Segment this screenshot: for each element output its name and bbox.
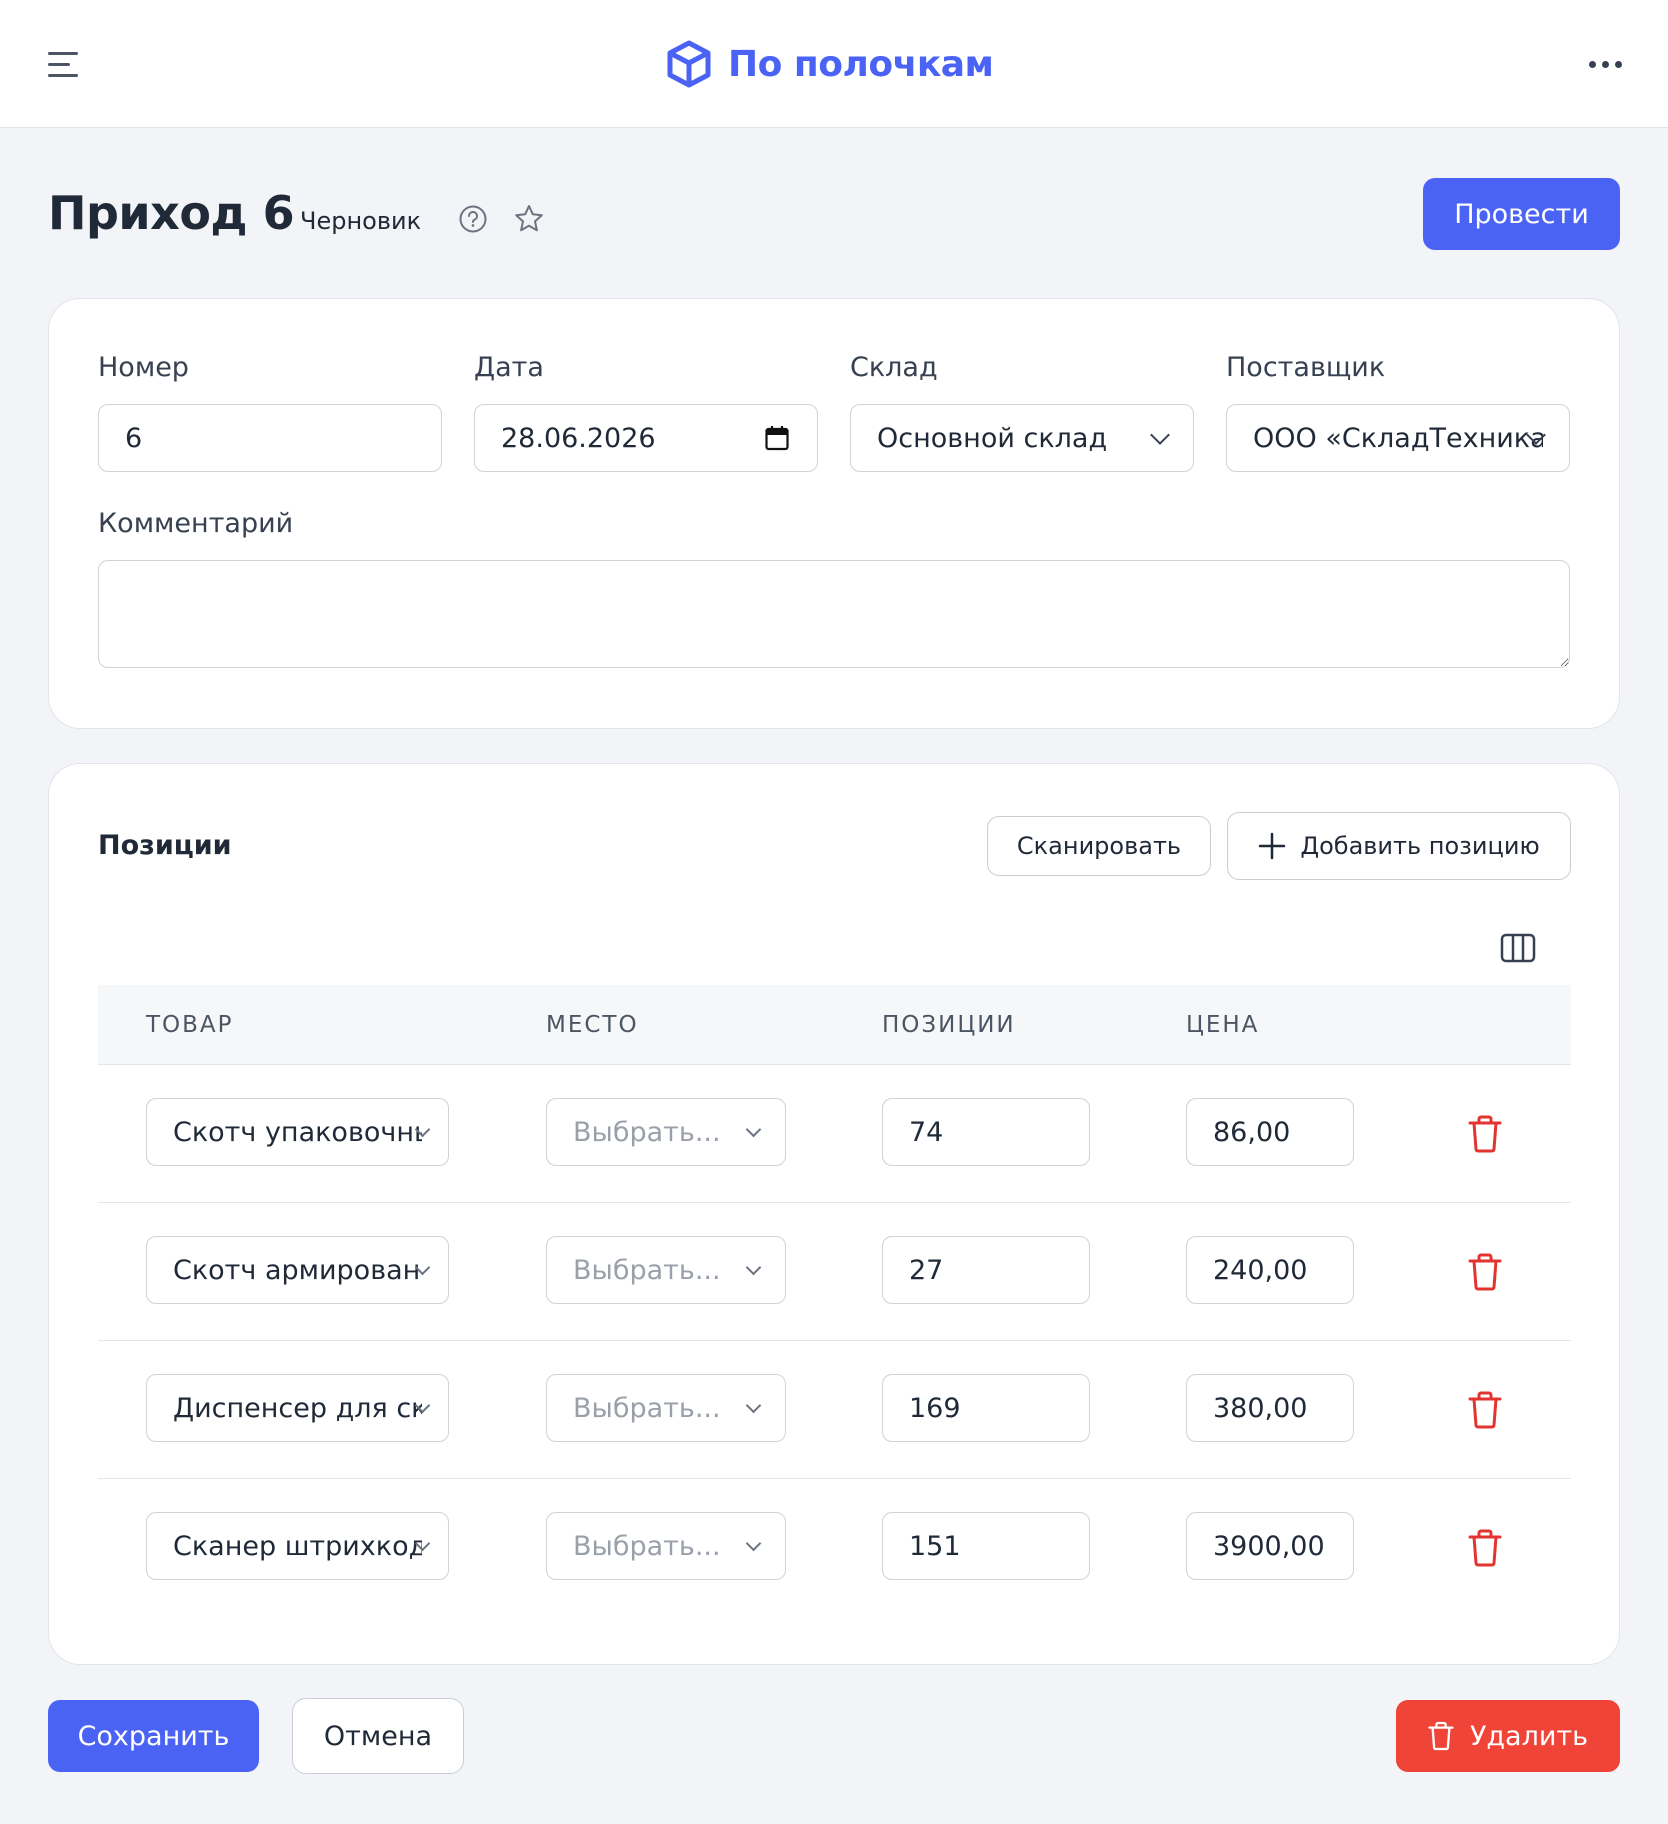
- menu-icon[interactable]: [44, 46, 84, 82]
- location-select[interactable]: Выбрать...: [546, 1098, 786, 1166]
- trash-icon[interactable]: [1468, 1529, 1502, 1567]
- trash-icon[interactable]: [1468, 1391, 1502, 1429]
- table-row: Сканер штрихкодов Выбрать... 151 3900,00: [98, 1479, 1571, 1617]
- column-header-location: МЕСТО: [546, 1012, 639, 1038]
- add-position-button[interactable]: Добавить позицию: [1227, 812, 1571, 880]
- table-row: Скотч армированный Выбрать... 27 240,00: [98, 1203, 1571, 1341]
- quantity-field[interactable]: 169: [882, 1374, 1090, 1442]
- calendar-icon[interactable]: [765, 425, 789, 451]
- table-row: Скотч упаковочный Выбрать... 74 86,00: [98, 1065, 1571, 1203]
- more-horizontal-icon[interactable]: [1580, 50, 1630, 78]
- trash-icon[interactable]: [1468, 1115, 1502, 1153]
- number-label: Номер: [98, 352, 189, 383]
- column-header-product: ТОВАР: [146, 1012, 234, 1038]
- delete-button[interactable]: Удалить: [1396, 1700, 1620, 1772]
- brand-name: По полочкам: [728, 43, 994, 85]
- product-select[interactable]: Сканер штрихкодов: [146, 1512, 449, 1580]
- trash-icon[interactable]: [1468, 1253, 1502, 1291]
- column-header-price: ЦЕНА: [1186, 1012, 1260, 1038]
- help-circle-icon[interactable]: [458, 204, 488, 234]
- supplier-select[interactable]: ООО «СкладТехника»: [1226, 404, 1570, 472]
- positions-title: Позиции: [98, 830, 232, 861]
- box-icon: [667, 40, 711, 88]
- post-button[interactable]: Провести: [1423, 178, 1620, 250]
- column-header-quantity: ПОЗИЦИИ: [882, 1012, 1016, 1038]
- cancel-button[interactable]: Отмена: [292, 1698, 464, 1774]
- price-field[interactable]: 240,00: [1186, 1236, 1354, 1304]
- warehouse-select[interactable]: Основной склад: [850, 404, 1194, 472]
- price-field[interactable]: 3900,00: [1186, 1512, 1354, 1580]
- product-select[interactable]: Диспенсер для скотча: [146, 1374, 449, 1442]
- quantity-field[interactable]: 74: [882, 1098, 1090, 1166]
- product-select[interactable]: Скотч армированный: [146, 1236, 449, 1304]
- brand-logo[interactable]: По полочкам: [664, 36, 994, 92]
- price-field[interactable]: 380,00: [1186, 1374, 1354, 1442]
- number-field[interactable]: 6: [98, 404, 442, 472]
- page-title: Приход 6: [48, 186, 295, 240]
- columns-icon[interactable]: [1500, 932, 1536, 964]
- trash-icon: [1428, 1721, 1454, 1751]
- location-select[interactable]: Выбрать...: [546, 1236, 786, 1304]
- quantity-field[interactable]: 151: [882, 1512, 1090, 1580]
- location-select[interactable]: Выбрать...: [546, 1374, 786, 1442]
- price-field[interactable]: 86,00: [1186, 1098, 1354, 1166]
- plus-icon: [1259, 832, 1286, 860]
- date-field[interactable]: 28.06.2026: [474, 404, 818, 472]
- supplier-label: Поставщик: [1226, 352, 1386, 383]
- scan-button[interactable]: Сканировать: [987, 816, 1211, 876]
- quantity-field[interactable]: 27: [882, 1236, 1090, 1304]
- save-button[interactable]: Сохранить: [48, 1700, 259, 1772]
- warehouse-label: Склад: [850, 352, 938, 383]
- status-badge: Черновик: [300, 207, 422, 235]
- product-select[interactable]: Скотч упаковочный: [146, 1098, 449, 1166]
- location-select[interactable]: Выбрать...: [546, 1512, 786, 1580]
- table-row: Диспенсер для скотча Выбрать... 169 380,…: [98, 1341, 1571, 1479]
- comment-label: Комментарий: [98, 508, 294, 539]
- date-label: Дата: [474, 352, 544, 383]
- star-icon[interactable]: [513, 203, 545, 235]
- table-header: ТОВАР МЕСТО ПОЗИЦИИ ЦЕНА: [98, 985, 1571, 1065]
- comment-field[interactable]: [98, 560, 1570, 668]
